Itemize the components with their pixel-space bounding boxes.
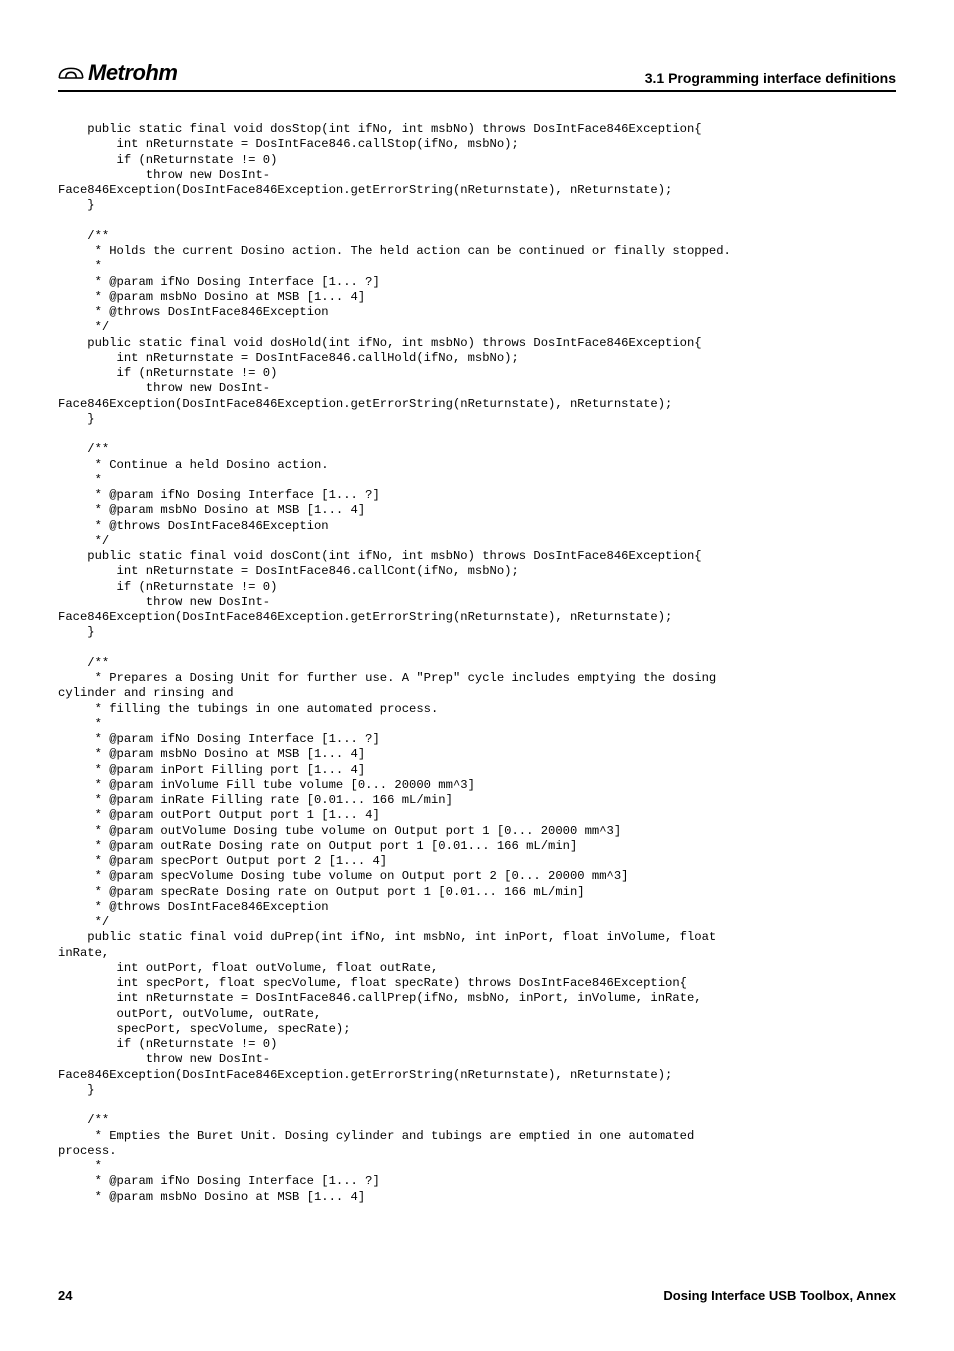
metrohm-icon	[58, 61, 84, 86]
page-number: 24	[58, 1288, 72, 1303]
footer-title: Dosing Interface USB Toolbox, Annex	[663, 1288, 896, 1303]
brand-name: Metrohm	[88, 60, 177, 86]
page-header: Metrohm 3.1 Programming interface defini…	[58, 60, 896, 92]
source-code-listing: public static final void dosStop(int ifN…	[58, 122, 896, 1205]
section-title: 3.1 Programming interface definitions	[645, 70, 896, 86]
brand-logo: Metrohm	[58, 60, 177, 86]
page-footer: 24 Dosing Interface USB Toolbox, Annex	[58, 1288, 896, 1303]
